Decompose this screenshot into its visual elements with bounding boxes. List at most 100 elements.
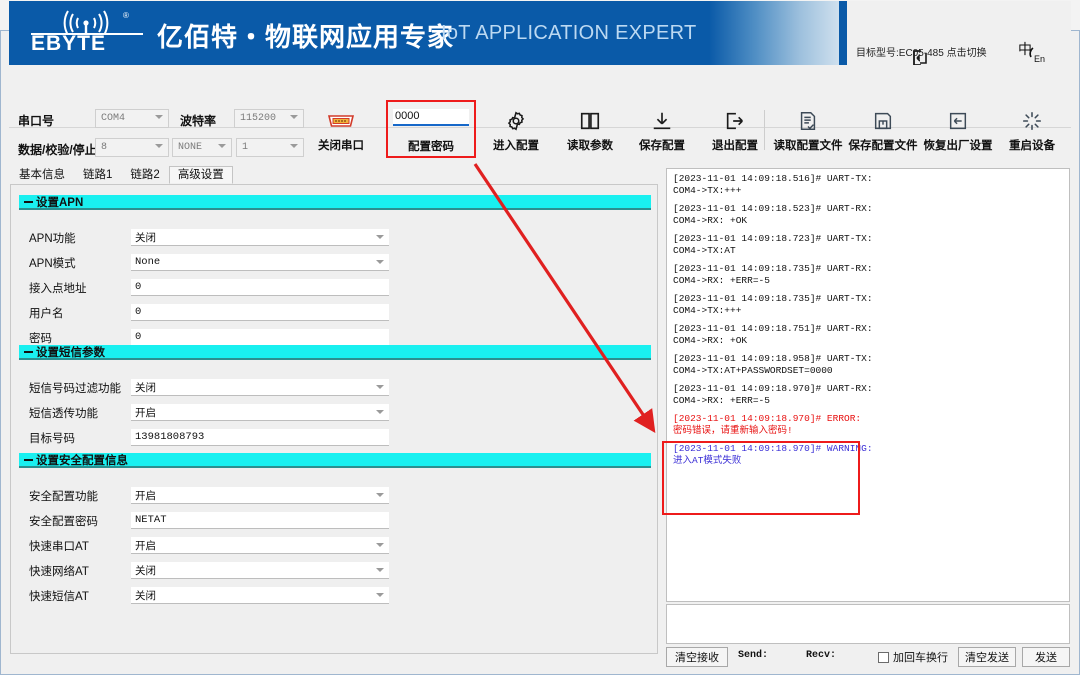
language-toggle-icon[interactable]: 中 En	[1016, 40, 1046, 66]
clear-receive-button[interactable]: 清空接收	[666, 647, 728, 667]
chevron-down-icon	[376, 235, 384, 239]
toolbar-item-read-config-file[interactable]: 读取配置文件	[772, 108, 844, 153]
toolbar-item-factory-reset[interactable]: 恢复出厂设置	[922, 108, 994, 153]
svg-text:En: En	[1034, 54, 1045, 64]
toolbar-item-save-config-file[interactable]: 保存配置文件	[847, 108, 919, 153]
field-row-security-function: 安全配置功能 开启	[11, 487, 651, 505]
field-label: 安全配置功能	[29, 488, 98, 504]
send-button[interactable]: 发送	[1022, 647, 1070, 667]
field-value: 0	[135, 281, 141, 293]
security-password-input[interactable]: NETAT	[131, 512, 389, 529]
apn-password-input[interactable]: 0	[131, 329, 389, 346]
chevron-down-icon	[155, 144, 163, 148]
tab-link1[interactable]: 链路1	[74, 166, 121, 184]
clear-send-button[interactable]: 清空发送	[958, 647, 1016, 667]
config-password-input[interactable]	[393, 109, 469, 126]
gear-icon	[480, 108, 552, 134]
target-model-label[interactable]: 目标型号:EC05-485 点击切换	[856, 44, 986, 59]
field-value: 开启	[135, 488, 156, 503]
log-entry: [2023-11-01 14:09:18.523]# UART-RX: COM4…	[673, 203, 1063, 227]
log-body: COM4->RX: +ERR=-5	[673, 395, 1063, 407]
application-window: E MainWindow ✕ ® EBYTE	[0, 0, 1080, 675]
toolbar-item-read-params[interactable]: 读取参数	[554, 108, 626, 153]
log-body: 密码错误，请重新输入密码!	[673, 425, 1063, 437]
config-password-label: 配置密码	[392, 138, 470, 154]
toolbar-item-enter-config[interactable]: 进入配置	[480, 108, 552, 153]
chevron-down-icon	[376, 543, 384, 547]
tab-advanced-settings[interactable]: 高级设置	[169, 166, 233, 184]
chevron-down-icon	[155, 115, 163, 119]
log-entry: [2023-11-01 14:09:18.958]# UART-TX: COM4…	[673, 353, 1063, 377]
restart-icon	[996, 108, 1068, 134]
crlf-checkbox-group[interactable]: 加回车换行	[878, 649, 948, 665]
chevron-down-icon	[376, 385, 384, 389]
log-body: COM4->RX: +ERR=-5	[673, 275, 1063, 287]
toolbar-divider	[764, 110, 765, 150]
send-input[interactable]	[666, 604, 1070, 644]
crlf-checkbox[interactable]	[878, 652, 889, 663]
advanced-settings-panel: 设置APN APN功能 关闭 APN模式 None 接入点地址 0 用户名	[10, 184, 658, 654]
log-body: 进入AT模式失败	[673, 455, 1063, 467]
stop-bits-value: 1	[242, 142, 248, 153]
sms-filter-select[interactable]: 关闭	[131, 379, 389, 396]
chevron-down-icon	[376, 593, 384, 597]
baud-select-value: 115200	[240, 113, 276, 124]
apn-username-input[interactable]: 0	[131, 304, 389, 321]
apn-function-select[interactable]: 关闭	[131, 229, 389, 246]
close-port-label: 关闭串口	[305, 137, 377, 153]
apn-mode-select[interactable]: None	[131, 254, 389, 271]
field-label: 快速串口AT	[29, 538, 89, 554]
sms-transparent-select[interactable]: 开启	[131, 404, 389, 421]
apn-address-input[interactable]: 0	[131, 279, 389, 296]
field-row-fast-network-at: 快速网络AT 关闭	[11, 562, 651, 580]
chevron-down-icon	[290, 144, 298, 148]
toolbar-label: 退出配置	[699, 137, 771, 153]
tab-link2[interactable]: 链路2	[121, 166, 168, 184]
port-select[interactable]: COM4	[95, 109, 169, 128]
tab-basic-info[interactable]: 基本信息	[10, 166, 74, 184]
toolbar-label: 恢复出厂设置	[922, 137, 994, 153]
recv-counter-label: Recv:	[806, 650, 836, 661]
field-row-fast-sms-at: 快速短信AT 关闭	[11, 587, 651, 605]
field-row-security-password: 安全配置密码 NETAT	[11, 512, 651, 530]
field-label: 快速短信AT	[29, 588, 89, 604]
target-number-input[interactable]: 13981808793	[131, 429, 389, 446]
data-bits-select[interactable]: 8	[95, 138, 169, 157]
chevron-down-icon	[376, 410, 384, 414]
close-port-button[interactable]: 关闭串口	[305, 108, 377, 153]
log-output-panel[interactable]: [2023-11-01 14:09:18.516]# UART-TX: COM4…	[666, 168, 1070, 602]
section-dash-icon	[24, 201, 33, 203]
log-entry: [2023-11-01 14:09:18.735]# UART-TX: COM4…	[673, 293, 1063, 317]
brand-title-cn: 亿佰特・物联网应用专家	[157, 17, 454, 54]
security-function-select[interactable]: 开启	[131, 487, 389, 504]
section-header-sms: 设置短信参数	[19, 345, 651, 360]
serial-connector-icon	[305, 108, 377, 134]
exit-icon	[699, 108, 771, 134]
fast-sms-at-select[interactable]: 关闭	[131, 587, 389, 604]
logo-wordmark: EBYTE	[31, 33, 106, 55]
toolbar-item-save-config[interactable]: 保存配置	[626, 108, 698, 153]
fast-network-at-select[interactable]: 关闭	[131, 562, 389, 579]
log-bottom-bar: 清空接收 Send: Recv: 加回车换行 清空发送 发送	[666, 646, 1070, 668]
parity-select[interactable]: NONE	[172, 138, 232, 157]
field-label: 用户名	[29, 305, 64, 321]
log-head: [2023-11-01 14:09:18.958]# UART-TX:	[673, 353, 1063, 365]
crlf-label: 加回车换行	[893, 649, 948, 665]
log-body: COM4->TX:AT	[673, 245, 1063, 257]
log-entry: [2023-11-01 14:09:18.723]# UART-TX: COM4…	[673, 233, 1063, 257]
field-row-apn-address: 接入点地址 0	[11, 279, 651, 297]
section-title: 设置APN	[36, 194, 83, 210]
port-label: 串口号	[18, 112, 54, 129]
baud-label: 波特率	[180, 112, 216, 129]
field-value: 0	[135, 331, 141, 343]
baud-select[interactable]: 115200	[234, 109, 304, 128]
download-icon	[626, 108, 698, 134]
toolbar-item-reboot-device[interactable]: 重启设备	[996, 108, 1068, 153]
toolbar-item-exit-config[interactable]: 退出配置	[699, 108, 771, 153]
stop-bits-select[interactable]: 1	[236, 138, 304, 157]
field-value: 关闭	[135, 563, 156, 578]
send-counter-label: Send:	[738, 650, 768, 661]
field-label: 短信号码过滤功能	[29, 380, 121, 396]
fast-uart-at-select[interactable]: 开启	[131, 537, 389, 554]
field-label: APN模式	[29, 255, 76, 271]
